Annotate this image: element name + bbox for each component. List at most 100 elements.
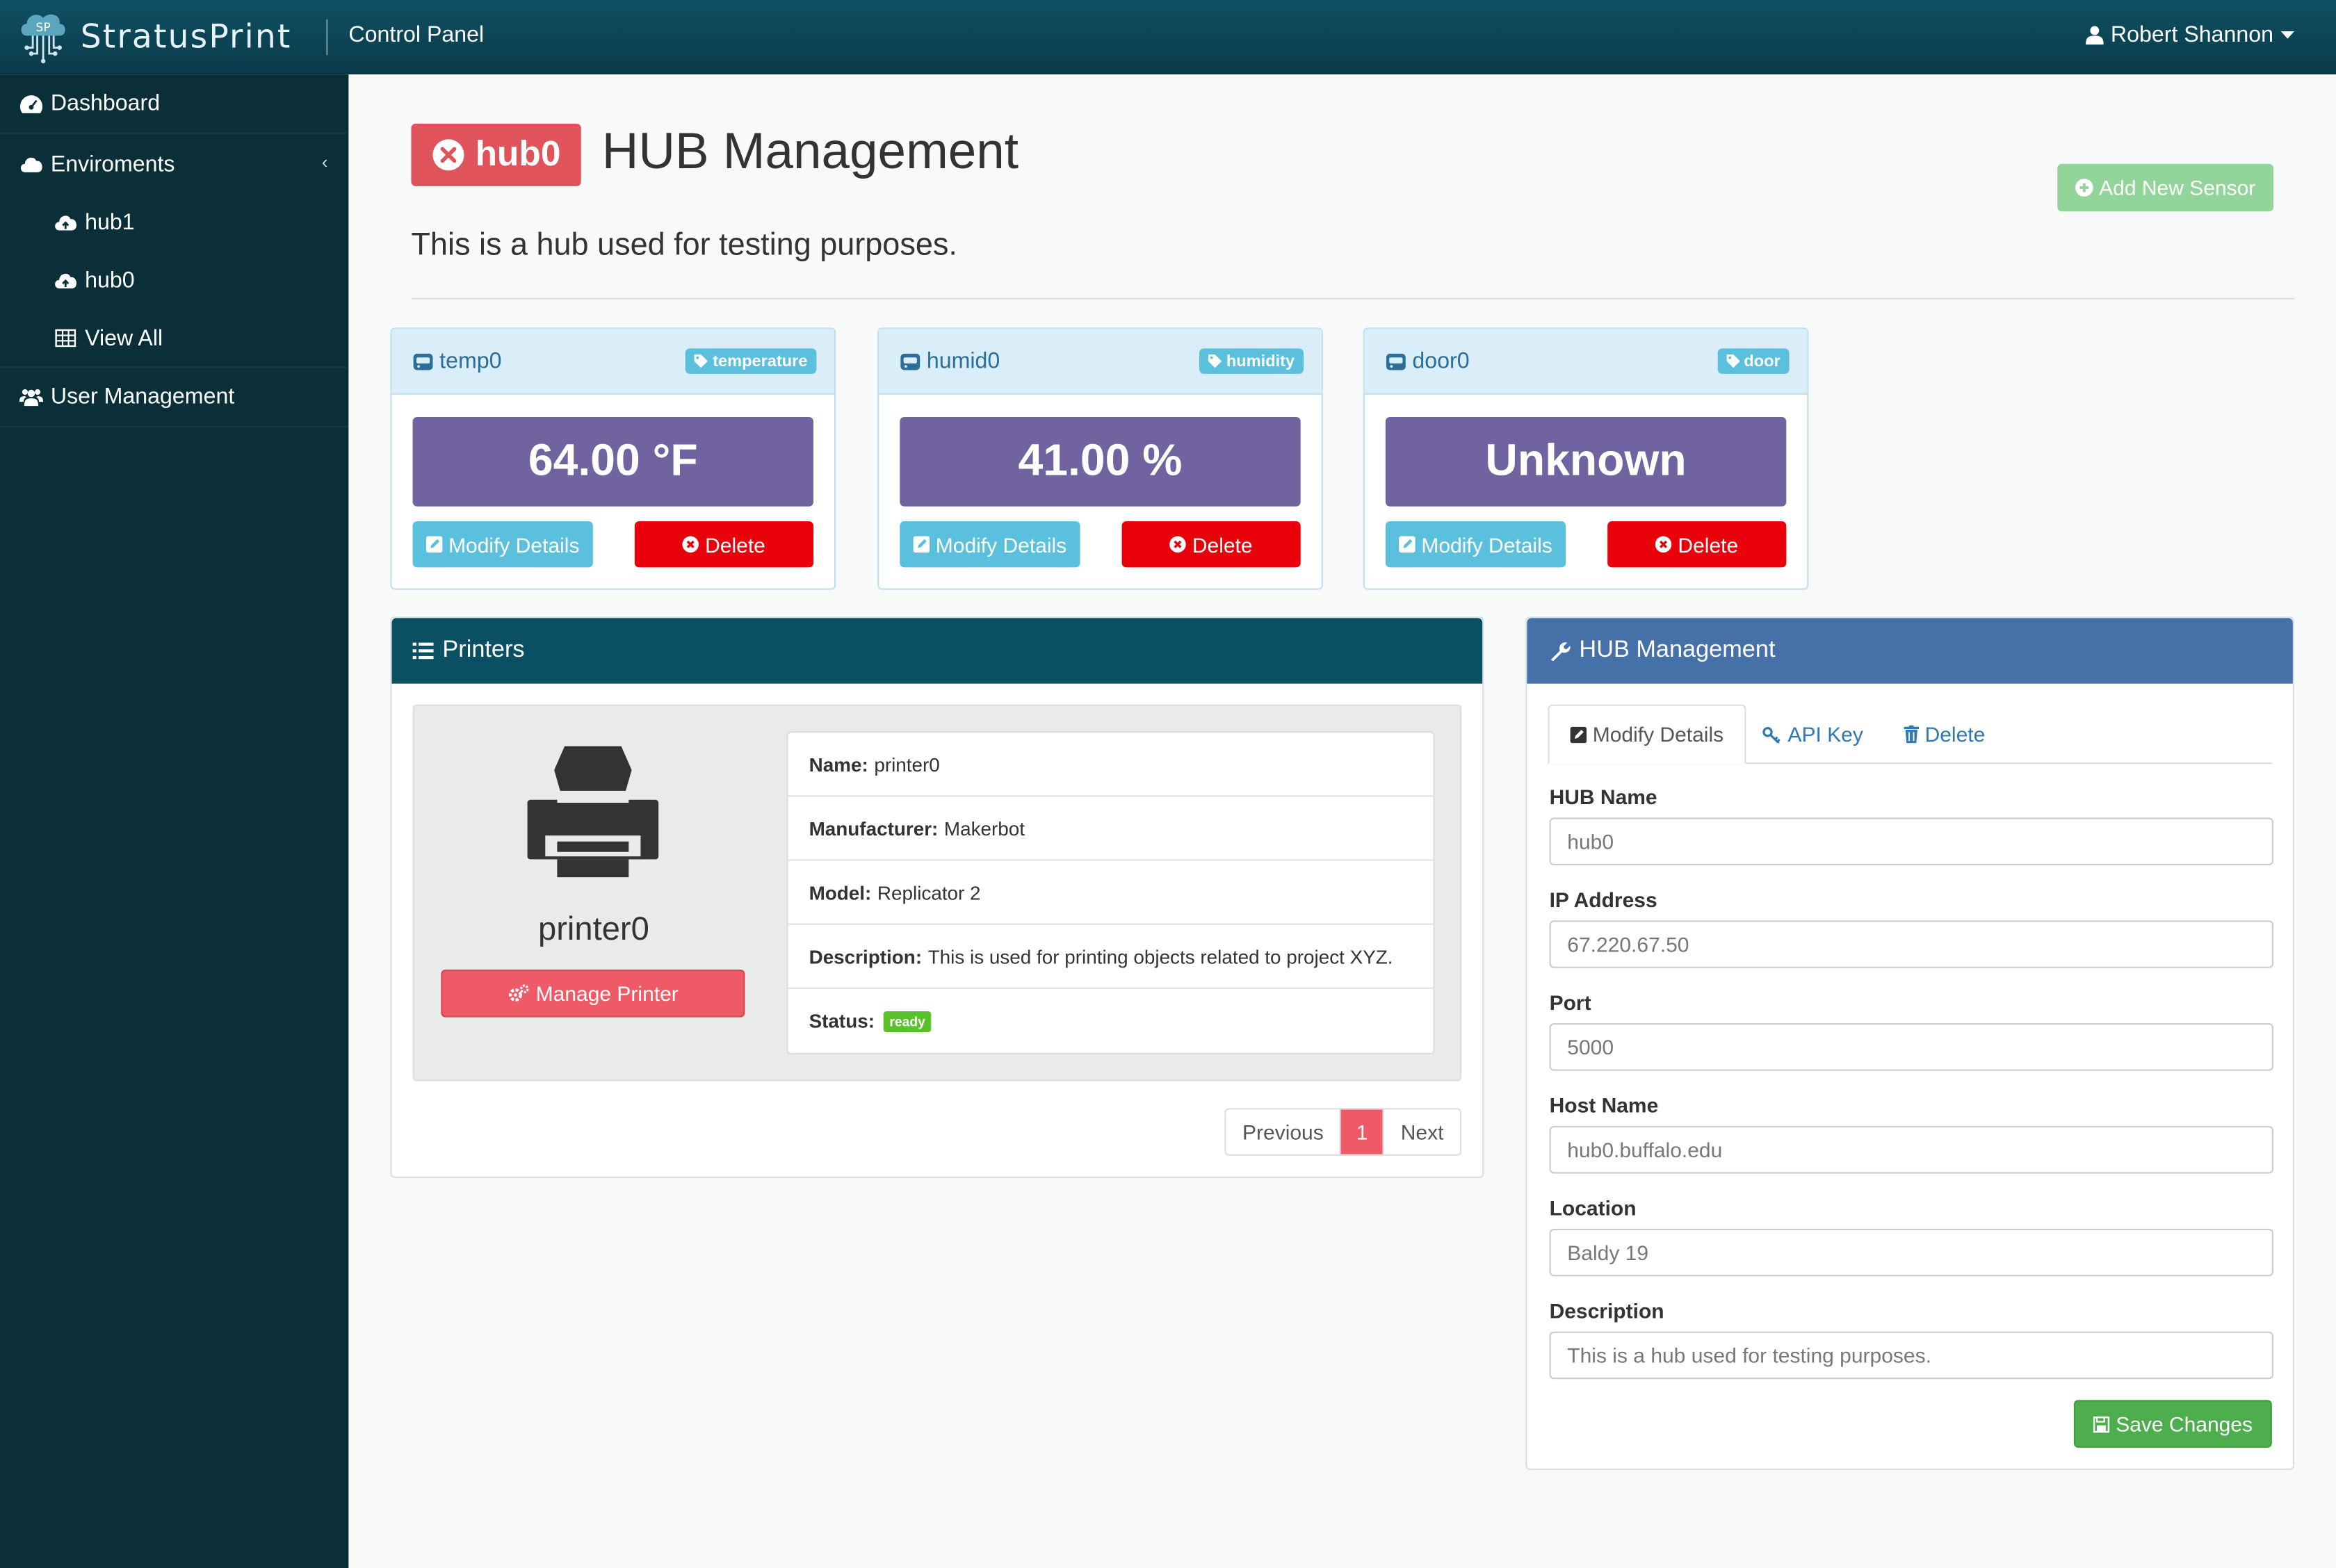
sensor-name-label: temp0 — [439, 348, 502, 374]
tag-icon — [1208, 354, 1222, 368]
modify-details-button[interactable]: Modify Details — [1385, 521, 1566, 568]
hub-name-input[interactable]: hub0 — [1549, 817, 2274, 866]
delete-label: Delete — [705, 532, 765, 557]
delete-sensor-button[interactable]: Delete — [634, 521, 814, 568]
cogs-icon — [508, 984, 528, 1002]
printer-details-list: Name: printer0 Manufacturer: Makerbot Mo… — [786, 731, 1435, 1055]
detail-row-manufacturer: Manufacturer: Makerbot — [788, 797, 1434, 861]
sensor-name[interactable]: temp0 — [413, 348, 502, 374]
add-new-sensor-button[interactable]: Add New Sensor — [2057, 163, 2274, 212]
sensor-type-tag: temperature — [686, 348, 817, 374]
top-navbar: SP StratusPrint Control Panel Robert Sha… — [0, 0, 2336, 75]
detail-row-model: Model: Replicator 2 — [788, 861, 1434, 925]
detail-value: Makerbot — [943, 817, 1025, 840]
delete-sensor-button[interactable]: Delete — [1121, 521, 1301, 568]
sidebar-item-hub1[interactable]: hub1 — [0, 194, 348, 252]
port-input[interactable]: 5000 — [1549, 1023, 2274, 1071]
page-title: HUB Management — [601, 123, 1019, 181]
user-icon — [2085, 26, 2104, 45]
tab-modify-details[interactable]: Modify Details — [1548, 704, 1746, 765]
edit-icon — [1570, 726, 1587, 743]
wrench-icon — [1550, 642, 1571, 662]
sensor-card-door0: door0 door Unknown Modify Details Delete — [1363, 327, 1809, 590]
tab-delete[interactable]: Delete — [1883, 705, 2006, 765]
user-name: Robert Shannon — [2110, 22, 2274, 48]
host-name-input[interactable]: hub0.buffalo.edu — [1549, 1126, 2274, 1174]
modify-details-button[interactable]: Modify Details — [900, 521, 1080, 568]
delete-label: Delete — [1678, 532, 1739, 557]
pagination-page-1[interactable]: 1 — [1341, 1109, 1384, 1154]
delete-sensor-button[interactable]: Delete — [1607, 521, 1787, 568]
panel-title[interactable]: Control Panel — [348, 22, 484, 47]
edit-icon — [913, 536, 930, 553]
detail-value: printer0 — [874, 753, 940, 776]
status-badge: ready — [883, 1010, 932, 1031]
sidebar-item-label: hub1 — [85, 210, 135, 236]
sensor-type-tag: door — [1717, 348, 1790, 374]
sensor-card-temp0: temp0 temperature 64.00 °F Modify Detail… — [390, 327, 836, 590]
trash-icon — [1904, 725, 1920, 744]
cloud-icon — [19, 152, 43, 176]
hub-name-label: HUB Name — [1549, 785, 1657, 809]
modify-details-label: Modify Details — [1421, 532, 1552, 557]
hdd-icon — [1386, 352, 1406, 370]
chevron-left-icon[interactable]: ‹ — [322, 152, 328, 173]
detail-value: Replicator 2 — [877, 881, 981, 904]
sidebar-item-view-all[interactable]: View All — [0, 310, 349, 368]
times-circle-icon — [432, 139, 464, 171]
hub-description: This is a hub used for testing purposes. — [411, 227, 957, 263]
key-icon — [1762, 726, 1781, 743]
detail-label: Name: — [809, 753, 868, 776]
detail-label: Manufacturer: — [809, 817, 939, 840]
description-input[interactable]: This is a hub used for testing purposes. — [1549, 1331, 2274, 1380]
save-icon — [2093, 1415, 2110, 1432]
tab-label: Modify Details — [1592, 722, 1724, 746]
tag-icon — [1726, 354, 1739, 368]
save-changes-button[interactable]: Save Changes — [2074, 1400, 2272, 1448]
hdd-icon — [413, 352, 433, 370]
pagination-next[interactable]: Next — [1383, 1109, 1461, 1154]
sensor-reading: 41.00 % — [900, 417, 1301, 507]
modify-details-button[interactable]: Modify Details — [412, 521, 593, 568]
manage-printer-label: Manage Printer — [535, 981, 679, 1006]
sidebar-item-hub0[interactable]: hub0 — [0, 252, 348, 310]
tag-icon — [695, 354, 708, 368]
ip-address-label: IP Address — [1549, 888, 1657, 912]
logo-text: SP — [36, 21, 51, 35]
hub-badge-label: hub0 — [475, 133, 561, 174]
sidebar-item-user-management[interactable]: User Management — [0, 368, 349, 428]
location-input[interactable]: Baldy 19 — [1549, 1228, 2274, 1277]
hub-status-badge: hub0 — [411, 123, 582, 186]
detail-label: Model: — [809, 881, 872, 904]
detail-row-description: Description: This is used for printing o… — [788, 925, 1434, 989]
save-changes-label: Save Changes — [2116, 1412, 2253, 1436]
caret-down-icon — [2280, 30, 2295, 38]
sidebar-item-dashboard[interactable]: Dashboard — [0, 74, 349, 134]
sensor-name[interactable]: humid0 — [900, 348, 1000, 374]
tab-label: API Key — [1787, 722, 1863, 746]
brand[interactable]: SP StratusPrint — [18, 9, 292, 65]
sensor-type-tag: humidity — [1199, 348, 1304, 374]
tab-api-key[interactable]: API Key — [1742, 705, 1884, 765]
sidebar-item-environments[interactable]: Enviroments ‹ — [0, 134, 348, 194]
pagination: Previous 1 Next — [1224, 1108, 1462, 1156]
sensor-tag-label: door — [1744, 352, 1781, 370]
sensor-name[interactable]: door0 — [1386, 348, 1470, 374]
divider — [411, 297, 2295, 300]
cloud-upload-icon — [54, 269, 77, 293]
times-circle-icon — [1655, 536, 1672, 553]
tab-label: Delete — [1924, 722, 1986, 746]
detail-row-name: Name: printer0 — [788, 733, 1434, 797]
sensor-card-header: temp0 temperature — [391, 329, 835, 395]
sensor-card-header: humid0 humidity — [879, 329, 1322, 395]
user-menu[interactable]: Robert Shannon — [2085, 22, 2295, 48]
ip-address-input[interactable]: 67.220.67.50 — [1549, 920, 2274, 968]
modify-details-label: Modify Details — [935, 532, 1067, 557]
detail-value: This is used for printing objects relate… — [927, 945, 1393, 967]
times-circle-icon — [682, 536, 699, 553]
port-label: Port — [1549, 990, 1591, 1015]
host-name-label: Host Name — [1549, 1093, 1659, 1118]
manage-printer-button[interactable]: Manage Printer — [441, 970, 745, 1018]
pagination-previous[interactable]: Previous — [1226, 1109, 1342, 1154]
sidebar: Dashboard Enviroments ‹ hub1 hub0 View A… — [0, 74, 349, 1568]
